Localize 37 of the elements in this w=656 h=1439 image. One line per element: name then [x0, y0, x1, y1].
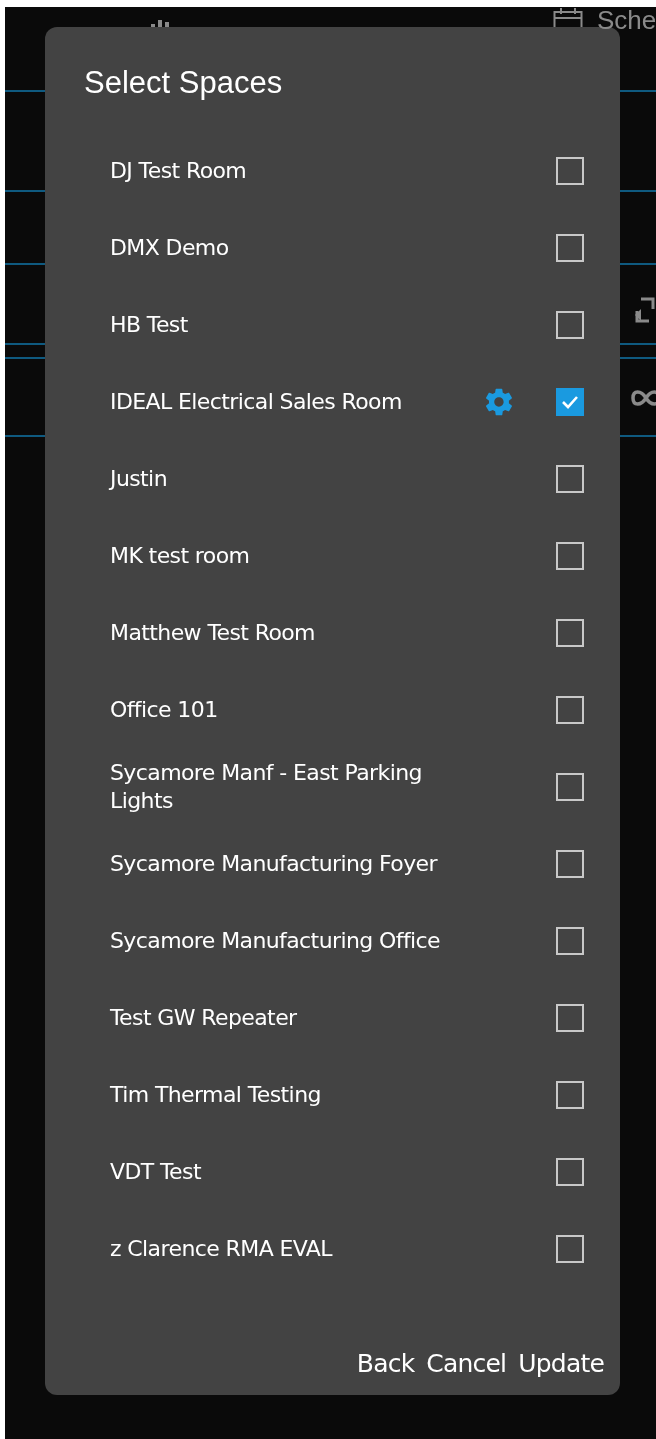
space-name: MK test room: [110, 541, 251, 570]
space-name: Matthew Test Room: [110, 618, 316, 647]
checkbox[interactable]: [556, 1080, 584, 1109]
checkbox[interactable]: [556, 1003, 584, 1032]
checkbox[interactable]: [556, 310, 584, 339]
checkbox[interactable]: [556, 695, 584, 724]
checkbox[interactable]: [556, 926, 584, 955]
space-name: Tim Thermal Testing: [110, 1080, 322, 1109]
checkbox[interactable]: [556, 233, 584, 262]
space-name: Test GW Repeater: [110, 1003, 298, 1032]
space-name: Sycamore Manufacturing Office: [110, 926, 441, 955]
space-name: DMX Demo: [110, 233, 230, 262]
dialog-button[interactable]: Cancel: [422, 1349, 511, 1378]
checkbox[interactable]: [556, 387, 584, 416]
dialog-button[interactable]: Back: [352, 1349, 419, 1378]
checkbox[interactable]: [556, 464, 584, 493]
checkbox[interactable]: [556, 541, 584, 570]
space-name: Justin: [110, 464, 168, 493]
checkbox[interactable]: [556, 1234, 584, 1263]
checkbox[interactable]: [556, 618, 584, 647]
checkbox[interactable]: [556, 156, 584, 185]
checkbox[interactable]: [556, 1157, 584, 1186]
space-name: z Clarence RMA EVAL: [110, 1234, 334, 1263]
checkbox[interactable]: [556, 772, 584, 801]
space-name: VDT Test: [110, 1157, 202, 1186]
space-name: HB Test: [110, 310, 189, 339]
schedule-tab[interactable]: Sche: [597, 5, 656, 36]
dialog-title: Select Spaces: [83, 64, 284, 102]
space-name: Sycamore Manufacturing Foyer: [110, 849, 439, 878]
space-name: Office 101: [110, 695, 219, 724]
space-name: IDEAL Electrical Sales Room: [110, 387, 403, 416]
infinity-icon: [631, 388, 656, 408]
checkbox[interactable]: [556, 849, 584, 878]
space-name: Sycamore Manf - East Parking Lights: [110, 758, 423, 815]
dialog-button[interactable]: Update: [514, 1349, 608, 1378]
repeat-icon: [635, 295, 655, 325]
space-name: DJ Test Room: [110, 156, 248, 185]
